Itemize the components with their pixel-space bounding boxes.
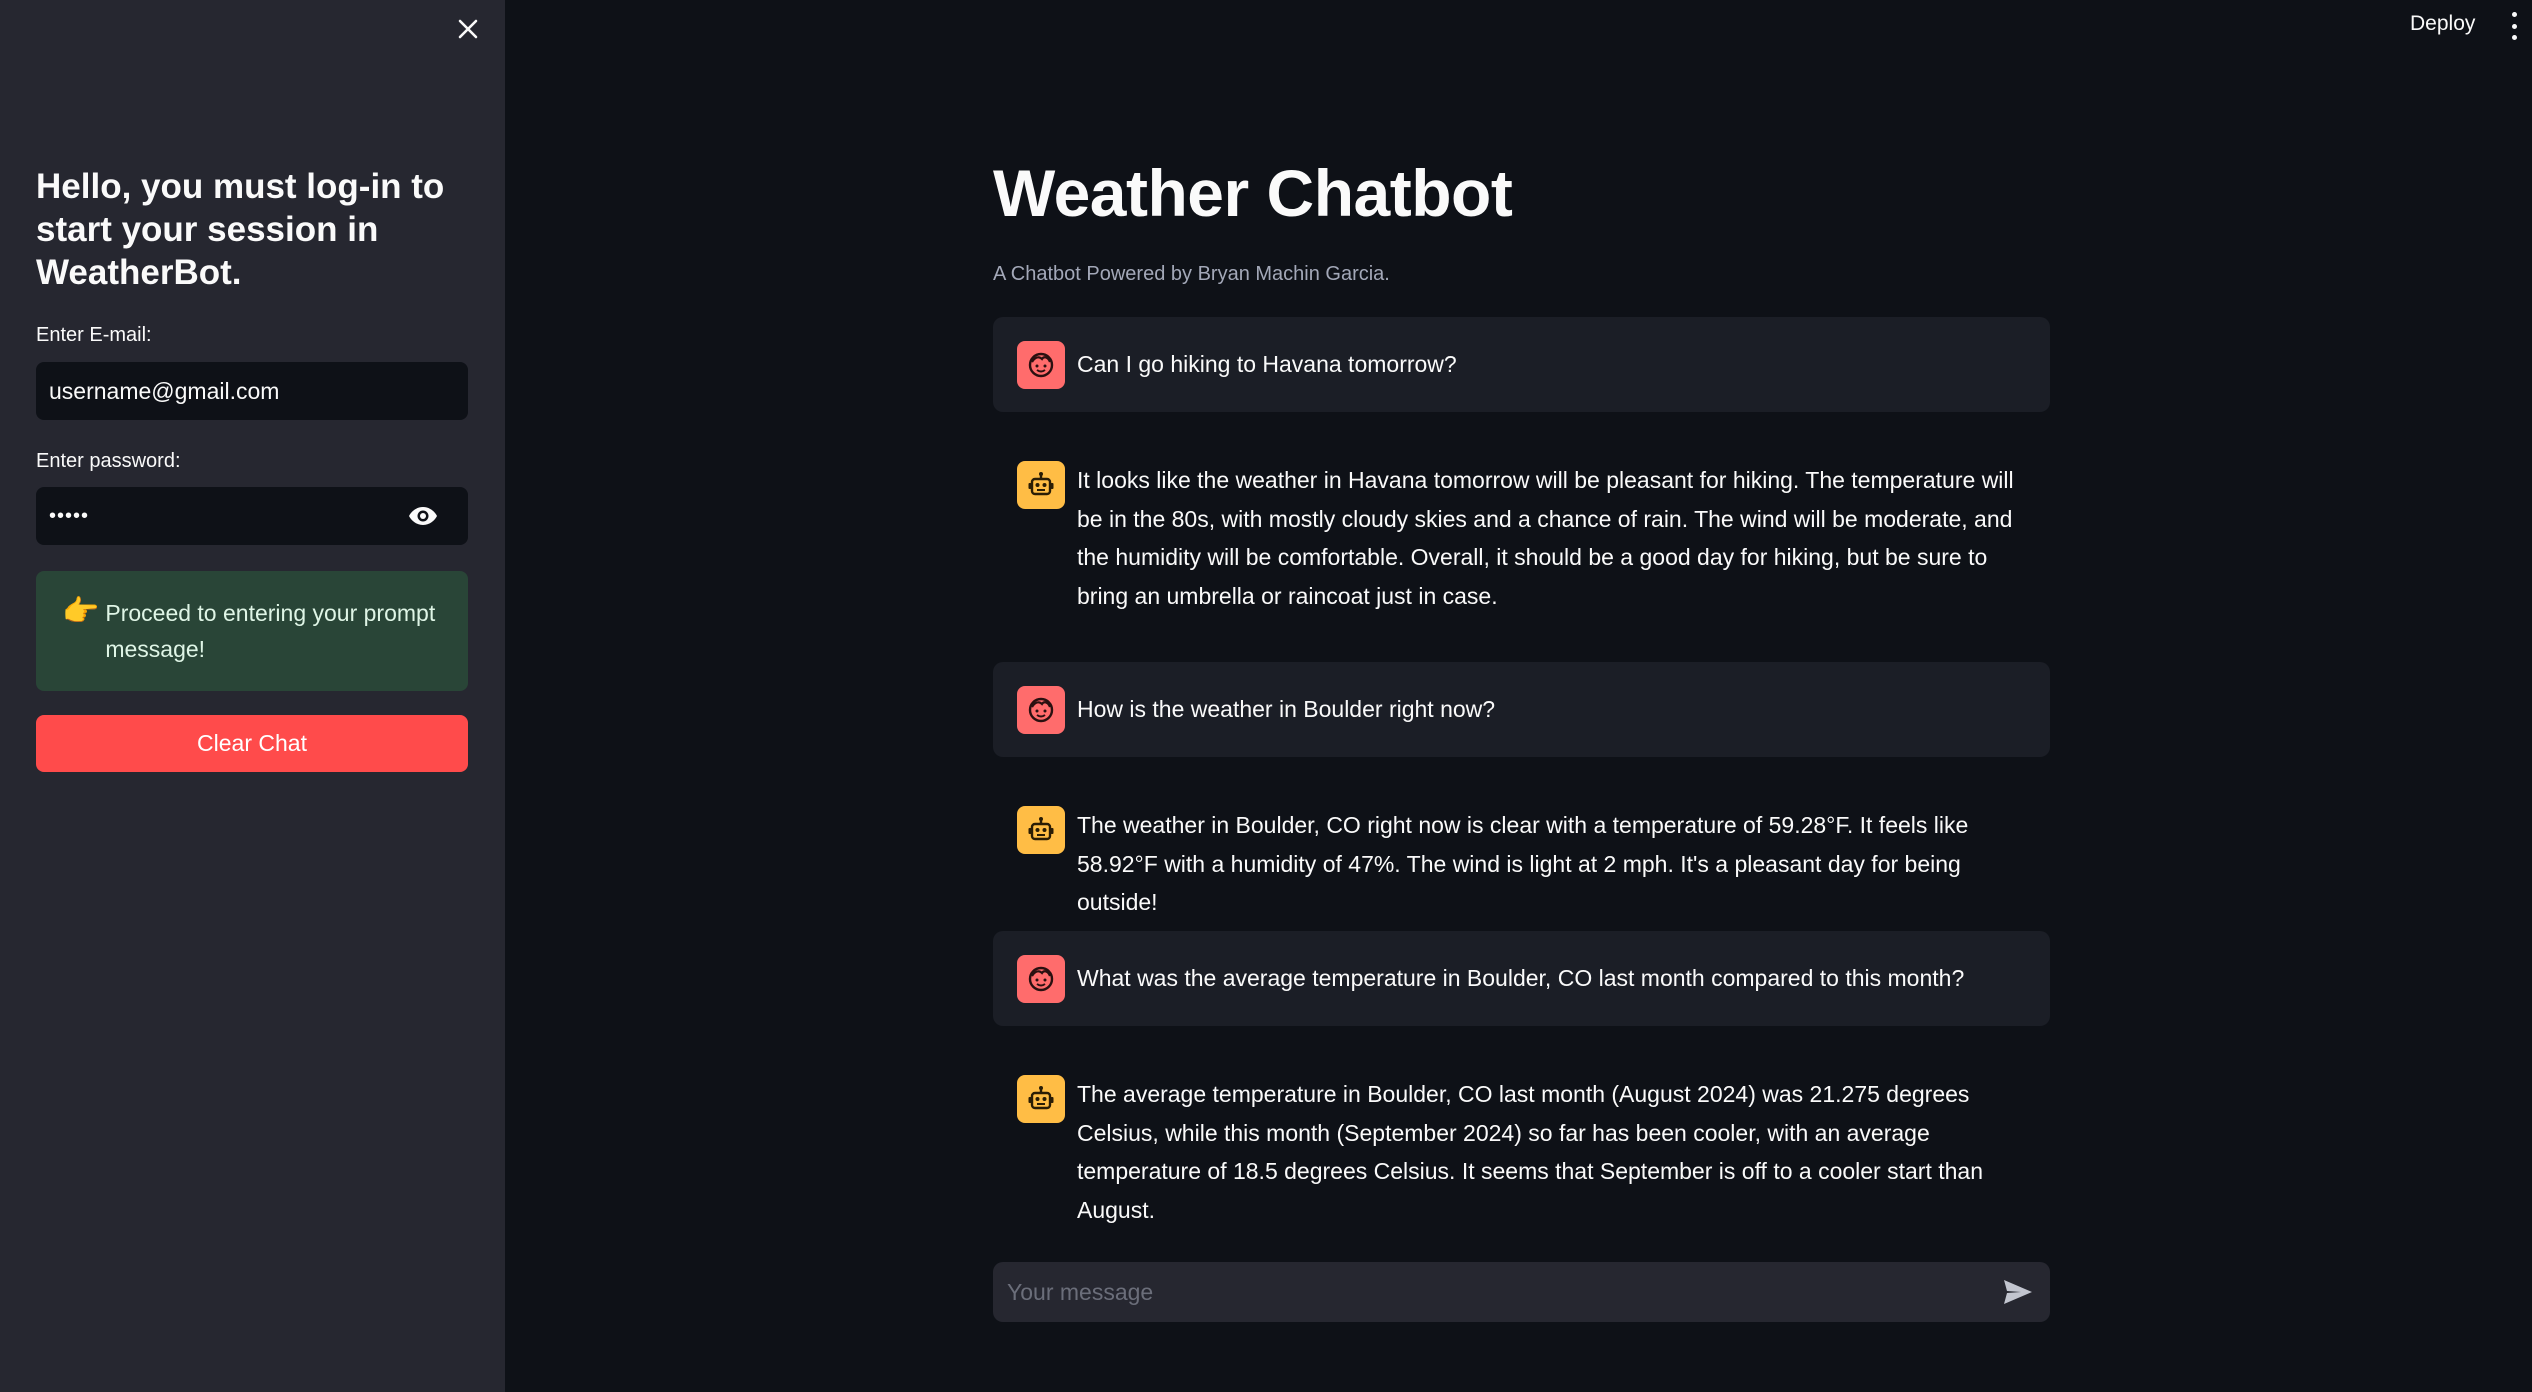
chat-message-assistant: It looks like the weather in Havana tomo… bbox=[993, 461, 2050, 615]
sidebar: Hello, you must log-in to start your ses… bbox=[0, 0, 505, 1392]
chat-message-assistant: The weather in Boulder, CO right now is … bbox=[993, 806, 2050, 922]
email-field[interactable]: username@gmail.com bbox=[36, 362, 468, 420]
clear-chat-button[interactable]: Clear Chat bbox=[36, 715, 468, 772]
login-heading: Hello, you must log-in to start your ses… bbox=[36, 167, 445, 292]
send-button[interactable] bbox=[2000, 1274, 2036, 1310]
message-text: The weather in Boulder, CO right now is … bbox=[1077, 812, 1969, 915]
page-title: Weather Chatbot bbox=[993, 156, 1513, 230]
user-face-icon bbox=[1028, 352, 1054, 377]
show-password-toggle[interactable] bbox=[407, 500, 439, 532]
alert-text: Proceed to entering your prompt message! bbox=[105, 600, 436, 662]
chat-message-user: Can I go hiking to Havana tomorrow? bbox=[993, 317, 2050, 412]
message-text: What was the average temperature in Boul… bbox=[1077, 965, 1965, 992]
send-icon bbox=[2004, 1280, 2032, 1304]
chat-message-user: How is the weather in Boulder right now? bbox=[993, 662, 2050, 757]
chat-input-bar bbox=[993, 1262, 2050, 1322]
user-face-icon bbox=[1028, 966, 1054, 991]
user-face-icon bbox=[1028, 697, 1054, 722]
deploy-button[interactable]: Deploy bbox=[2410, 12, 2475, 36]
bot-avatar bbox=[1017, 1075, 1065, 1123]
bot-avatar bbox=[1017, 461, 1065, 509]
password-value: ••••• bbox=[49, 504, 90, 527]
kebab-dot bbox=[2511, 35, 2517, 40]
app-root: Hello, you must log-in to start your ses… bbox=[0, 0, 2532, 1392]
message-text: It looks like the weather in Havana tomo… bbox=[1077, 467, 2014, 609]
eye-icon bbox=[409, 507, 437, 525]
message-text: How is the weather in Boulder right now? bbox=[1077, 696, 1496, 723]
email-value: username@gmail.com bbox=[49, 377, 280, 404]
password-field[interactable]: ••••• bbox=[36, 487, 468, 545]
close-sidebar-button[interactable] bbox=[452, 13, 484, 45]
kebab-dot bbox=[2511, 23, 2517, 29]
email-label: Enter E-mail: bbox=[36, 324, 152, 346]
close-icon bbox=[458, 19, 478, 39]
message-text: The average temperature in Boulder, CO l… bbox=[1077, 1081, 1983, 1223]
robot-icon bbox=[1028, 472, 1054, 496]
pointing-hand-icon: 👉 bbox=[62, 595, 100, 628]
page-subtitle: A Chatbot Powered by Bryan Machin Garcia… bbox=[993, 263, 1390, 285]
success-alert: 👉 Proceed to entering your prompt messag… bbox=[36, 571, 468, 691]
user-avatar bbox=[1017, 340, 1065, 389]
main-menu-button[interactable] bbox=[2506, 12, 2522, 40]
password-label: Enter password: bbox=[36, 450, 181, 472]
bot-avatar bbox=[1017, 806, 1065, 854]
message-text: Can I go hiking to Havana tomorrow? bbox=[1077, 351, 1457, 378]
kebab-menu-icon bbox=[2511, 12, 2517, 17]
chat-message-input[interactable] bbox=[1007, 1278, 2000, 1306]
chat-message-assistant: The average temperature in Boulder, CO l… bbox=[993, 1075, 2050, 1229]
user-avatar bbox=[1017, 685, 1065, 734]
chat-message-user: What was the average temperature in Boul… bbox=[993, 931, 2050, 1026]
robot-icon bbox=[1028, 817, 1054, 841]
user-avatar bbox=[1017, 954, 1065, 1003]
robot-icon bbox=[1028, 1086, 1054, 1110]
